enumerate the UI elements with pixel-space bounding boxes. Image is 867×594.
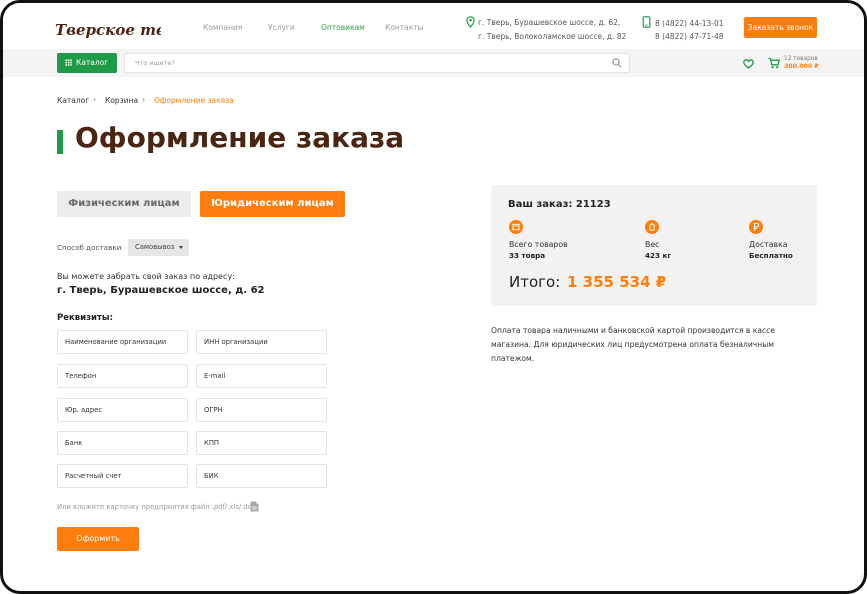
svg-text:Тверское тепло: Тверское тепло	[55, 21, 161, 39]
title-accent-bar	[57, 130, 63, 154]
email-field[interactable]	[196, 364, 327, 388]
order-summary: Ваш заказ: 21123 Всего товаров 33 товра …	[491, 185, 817, 306]
site-logo[interactable]: Тверское тепло	[55, 15, 161, 41]
nav-services[interactable]: Услуги	[268, 23, 295, 32]
legal-address-field[interactable]	[57, 398, 188, 422]
total-label: Итого:	[509, 273, 561, 291]
pickup-note: Вы можете забрать свой заказ по адресу:	[57, 272, 235, 281]
nav-wholesale[interactable]: Оптовикам	[321, 23, 365, 32]
weight-label: Вес	[645, 240, 660, 249]
kpp-field[interactable]	[196, 431, 327, 455]
address-line-1: г. Тверь, Бурашевское шоссе, д. 62,	[478, 18, 621, 27]
requisites-title: Реквизиты:	[57, 313, 114, 323]
phone-2[interactable]: 8 (4822) 47-71-48	[655, 32, 724, 41]
cart-sum[interactable]: 300.000 ₽	[784, 63, 819, 70]
tab-individuals[interactable]: Физическим лицам	[57, 191, 191, 217]
tab-legal-entities[interactable]: Юридическим лицам	[200, 191, 345, 217]
delivery-cost-value: Бесплатно	[749, 251, 793, 260]
account-field[interactable]	[57, 464, 188, 488]
nav-company[interactable]: Компания	[203, 23, 242, 32]
phone-1[interactable]: 8 (4822) 44-13-01	[655, 19, 724, 28]
request-call-button[interactable]: Заказать звонок	[744, 17, 817, 38]
total-value: 1 355 534 ₽	[567, 273, 667, 291]
delivery-cost-label: Доставка	[749, 240, 788, 249]
breadcrumb-cart[interactable]: Корзина	[105, 96, 138, 105]
file-upload-icon[interactable]	[250, 501, 259, 512]
pickup-address: г. Тверь, Бурашевское шоссе, д. 62	[57, 285, 265, 296]
ruble-icon	[749, 220, 763, 234]
items-value: 33 товра	[509, 251, 546, 260]
box-icon	[509, 220, 523, 234]
phone-field[interactable]	[57, 364, 188, 388]
submit-order-button[interactable]: Оформить	[57, 527, 139, 551]
order-number: Ваш заказ: 21123	[508, 199, 611, 210]
breadcrumb-current: Оформление заказа	[154, 96, 234, 105]
payment-note: Оплата товара наличными и банковской кар…	[491, 326, 775, 363]
chevron-down-icon	[179, 246, 183, 249]
nav-contacts[interactable]: Контакты	[385, 23, 424, 32]
search-bar: Каталог 12 товаров 300.000 ₽	[3, 49, 864, 77]
address-line-2: г. Тверь, Волоколамское шоссе, д. 82	[478, 32, 627, 41]
breadcrumb-separator: ›	[93, 95, 97, 104]
weight-value: 423 кг	[645, 251, 672, 260]
org-name-field[interactable]	[57, 330, 188, 354]
weight-icon	[645, 220, 659, 234]
search-input[interactable]	[124, 53, 630, 73]
app-window: Тверское тепло Компания Услуги Оптовикам…	[0, 0, 867, 594]
ogrn-field[interactable]	[196, 398, 327, 422]
catalog-button-label: Каталог	[76, 58, 109, 67]
phone-icon	[642, 16, 651, 28]
breadcrumb-catalog[interactable]: Каталог	[57, 96, 89, 105]
delivery-method-select[interactable]: Самовывоз	[128, 239, 189, 256]
delivery-method-label: Способ доставки	[57, 243, 122, 252]
inn-field[interactable]	[196, 330, 327, 354]
delivery-method-value: Самовывоз	[135, 243, 175, 251]
search-icon[interactable]	[612, 58, 622, 68]
site-header: Тверское тепло Компания Услуги Оптовикам…	[3, 3, 864, 49]
breadcrumb-separator: ›	[142, 95, 146, 104]
favorites-heart-icon[interactable]	[743, 59, 754, 69]
bik-field[interactable]	[196, 464, 327, 488]
bank-field[interactable]	[57, 431, 188, 455]
location-pin-icon	[466, 16, 475, 28]
page-title: Оформление заказа	[75, 121, 405, 154]
attach-note: Или вложите карточку предприятия файл .p…	[57, 503, 256, 511]
cart-count[interactable]: 12 товаров	[784, 56, 818, 62]
cart-icon[interactable]	[768, 57, 780, 69]
catalog-button[interactable]: Каталог	[57, 53, 117, 73]
items-label: Всего товаров	[509, 240, 568, 249]
grid-icon	[65, 59, 72, 66]
